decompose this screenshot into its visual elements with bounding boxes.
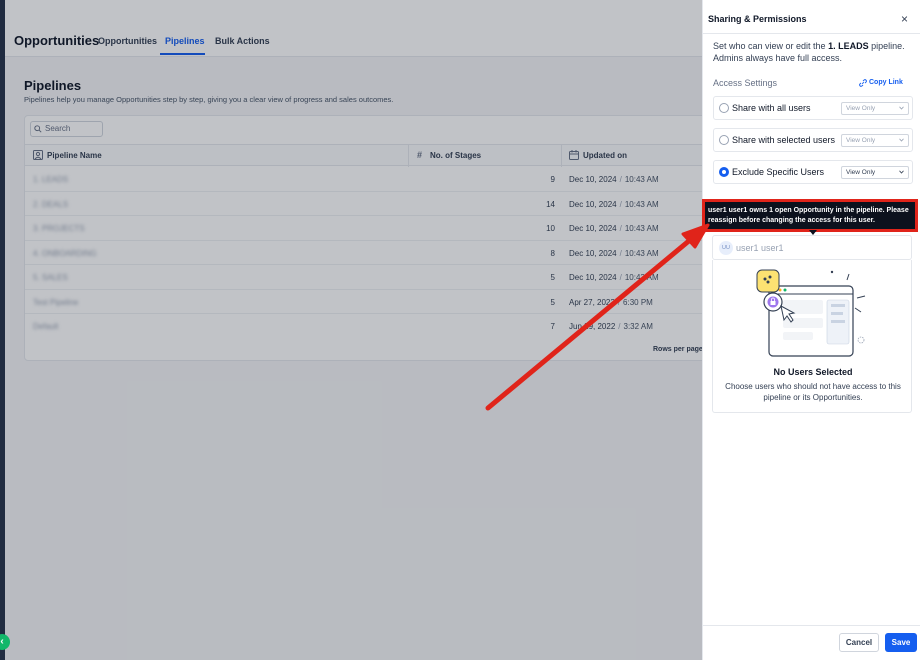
close-icon[interactable]: ×: [901, 12, 908, 26]
permission-value: View Only: [846, 169, 876, 176]
empty-state: No Users Selected Choose users who shoul…: [712, 260, 912, 413]
option-share-selected[interactable]: Share with selected users View Only: [713, 128, 913, 152]
radio-button[interactable]: [719, 135, 729, 145]
option-label: Exclude Specific Users: [732, 167, 825, 177]
chevron-down-icon: [899, 106, 904, 110]
pipeline-name: 1. LEADS: [828, 41, 869, 51]
permission-select[interactable]: View Only: [841, 102, 909, 115]
option-exclude-users[interactable]: Exclude Specific Users View Only: [713, 160, 913, 184]
option-share-all[interactable]: Share with all users View Only: [713, 96, 913, 120]
save-button[interactable]: Save: [885, 633, 917, 652]
permission-value: View Only: [846, 105, 876, 112]
empty-state-title: No Users Selected: [773, 367, 853, 377]
drawer-description: Set who can view or edit the 1. LEADS pi…: [713, 40, 918, 64]
drawer-title: Sharing & Permissions: [708, 14, 807, 24]
option-label: Share with selected users: [732, 135, 836, 145]
cancel-button[interactable]: Cancel: [839, 633, 879, 652]
link-icon: [859, 79, 867, 87]
copy-link-button[interactable]: Copy Link: [859, 79, 903, 87]
permission-select[interactable]: View Only: [841, 166, 909, 179]
tooltip-caret: [809, 230, 817, 235]
permission-select[interactable]: View Only: [841, 134, 909, 147]
option-label: Share with all users: [732, 103, 811, 113]
tooltip-text: user1 user1 owns 1 open Opportunity in t…: [708, 207, 909, 224]
excluded-users-select[interactable]: UU user1 user1: [712, 235, 912, 260]
selected-user-name[interactable]: user1 user1: [736, 243, 784, 253]
avatar: UU: [719, 241, 733, 255]
reassign-warning-tooltip: user1 user1 owns 1 open Opportunity in t…: [702, 199, 918, 232]
access-settings-label: Access Settings: [713, 78, 778, 88]
chevron-down-icon: [899, 170, 904, 174]
divider: [703, 33, 920, 34]
radio-button-selected[interactable]: [719, 167, 729, 177]
chevron-down-icon: [899, 138, 904, 142]
copy-link-label: Copy Link: [869, 79, 903, 86]
permission-value: View Only: [846, 137, 876, 144]
radio-button[interactable]: [719, 103, 729, 113]
footer-divider: [702, 625, 920, 626]
description-prefix: Set who can view or edit the: [713, 41, 829, 51]
empty-state-description: Choose users who should not have access …: [725, 382, 901, 402]
empty-state-illustration: [756, 269, 866, 357]
